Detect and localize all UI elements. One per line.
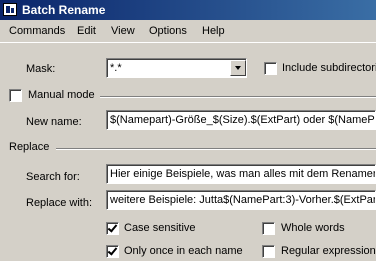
menu-commands[interactable]: Commands bbox=[9, 25, 65, 37]
include-subdirs-label: Include subdirectories bbox=[282, 62, 376, 74]
search-for-label: Search for: bbox=[26, 171, 80, 183]
window-title: Batch Rename bbox=[22, 3, 106, 17]
mask-value: *.* bbox=[110, 62, 122, 74]
whole-words-checkbox[interactable] bbox=[262, 222, 275, 235]
manual-mode-divider bbox=[100, 96, 376, 98]
mask-dropdown-button[interactable] bbox=[230, 60, 246, 76]
include-subdirs-checkbox[interactable] bbox=[264, 62, 277, 75]
search-for-input[interactable]: Hier einige Beispiele, was man alles mit… bbox=[106, 164, 376, 184]
menu-view[interactable]: View bbox=[111, 25, 135, 37]
manual-mode-checkbox[interactable] bbox=[9, 89, 22, 102]
regex-label: Regular expression bbox=[281, 245, 376, 257]
mask-label: Mask: bbox=[26, 63, 56, 75]
replace-with-label: Replace with: bbox=[26, 197, 93, 209]
menu-help[interactable]: Help bbox=[202, 25, 225, 37]
new-name-label: New name: bbox=[26, 116, 82, 128]
app-icon[interactable] bbox=[3, 3, 17, 16]
only-once-label: Only once in each name bbox=[124, 245, 243, 257]
regex-checkbox[interactable] bbox=[262, 245, 275, 258]
case-sensitive-checkbox[interactable] bbox=[106, 222, 119, 235]
manual-mode-label: Manual mode bbox=[28, 89, 95, 101]
menu-edit[interactable]: Edit bbox=[77, 25, 96, 37]
title-bar: Batch Rename bbox=[0, 0, 376, 20]
new-name-input[interactable]: $(Namepart)-Größe_$(Size).$(ExtPart) ode… bbox=[106, 110, 376, 130]
mask-combo[interactable]: *.* bbox=[106, 58, 247, 78]
new-name-value: $(Namepart)-Größe_$(Size).$(ExtPart) ode… bbox=[110, 114, 375, 126]
replace-with-input[interactable]: weitere Beispiele: Jutta$(NamePart:3)-Vo… bbox=[106, 190, 376, 210]
menu-options[interactable]: Options bbox=[149, 25, 187, 37]
menu-bar: Commands Edit View Options Help bbox=[0, 20, 376, 43]
replace-with-value: weitere Beispiele: Jutta$(NamePart:3)-Vo… bbox=[110, 194, 376, 206]
replace-divider bbox=[56, 148, 376, 150]
case-sensitive-label: Case sensitive bbox=[124, 222, 196, 234]
whole-words-label: Whole words bbox=[281, 222, 345, 234]
search-for-value: Hier einige Beispiele, was man alles mit… bbox=[110, 168, 376, 180]
replace-group-label: Replace bbox=[9, 141, 50, 153]
only-once-checkbox[interactable] bbox=[106, 245, 119, 258]
